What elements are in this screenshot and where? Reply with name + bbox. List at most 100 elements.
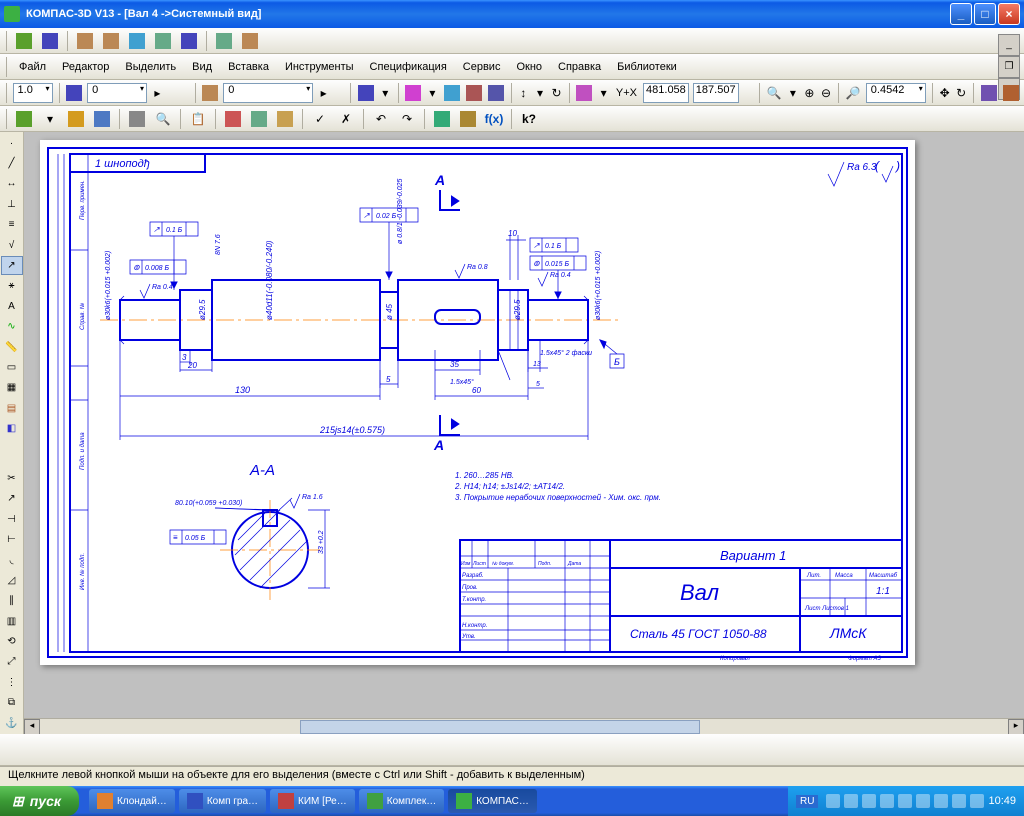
tool-point[interactable]: · — [1, 134, 23, 152]
tool-tang[interactable]: ⊥ — [1, 195, 23, 213]
tray-icon-4[interactable] — [880, 794, 894, 808]
tool-trim[interactable]: ✂ — [1, 469, 23, 487]
language-indicator[interactable]: RU — [796, 795, 818, 808]
menu-file[interactable]: Файл — [13, 59, 52, 75]
props-button[interactable]: 📋 — [187, 108, 209, 130]
undo-button[interactable]: ↶ — [370, 108, 392, 130]
vars-button[interactable] — [457, 108, 479, 130]
paste-button[interactable] — [274, 108, 296, 130]
menu-editor[interactable]: Редактор — [56, 59, 115, 75]
mdi-minimize-button[interactable]: _ — [998, 34, 1020, 56]
mdi-btn-6[interactable] — [152, 30, 174, 52]
pan-btn[interactable]: ✥ — [938, 82, 951, 104]
menu-service[interactable]: Сервис — [457, 59, 507, 75]
tool-views[interactable]: ◧ — [1, 419, 23, 437]
fx-button[interactable]: f(x) — [483, 108, 505, 130]
grid-toggle[interactable] — [357, 82, 375, 104]
tray-icon-8[interactable] — [952, 794, 966, 808]
tool-spec[interactable]: ▦ — [1, 379, 23, 397]
drawing-sheet[interactable]: 1 шноподђ Ra 6.3 ( ) А А — [40, 140, 915, 665]
snap-1[interactable] — [404, 82, 422, 104]
save-button[interactable] — [91, 108, 113, 130]
mdi-btn-4[interactable] — [100, 30, 122, 52]
tool-array[interactable]: ⋮ — [1, 673, 23, 691]
tool-offset[interactable]: ∥ — [1, 592, 23, 610]
scroll-thumb[interactable] — [300, 720, 700, 734]
rebuild-btn[interactable] — [1002, 82, 1020, 104]
menu-libs[interactable]: Библиотеки — [611, 59, 683, 75]
scroll-right-button[interactable]: ▸ — [1008, 719, 1024, 734]
mdi-btn-5[interactable] — [126, 30, 148, 52]
layer-index-combo[interactable]: 0 — [87, 83, 147, 103]
format-button[interactable]: ✓ — [309, 108, 331, 130]
menu-select[interactable]: Выделить — [119, 59, 182, 75]
task-item-5[interactable]: КОМПАС… — [448, 789, 537, 813]
tool-dim[interactable]: ↔ — [1, 175, 23, 193]
tray-icon-2[interactable] — [844, 794, 858, 808]
menu-spec[interactable]: Спецификация — [364, 59, 453, 75]
tool-join[interactable]: ⊢ — [1, 530, 23, 548]
copy-button[interactable] — [248, 108, 270, 130]
task-item-1[interactable]: Клондай… — [89, 789, 175, 813]
ortho-dd[interactable]: ▾ — [534, 82, 547, 104]
new-dd[interactable]: ▾ — [39, 108, 61, 130]
mdi-btn-8[interactable] — [213, 30, 235, 52]
tool-transform[interactable]: ⟲ — [1, 632, 23, 650]
menu-window[interactable]: Окно — [510, 59, 548, 75]
preview-button[interactable]: 🔍 — [152, 108, 174, 130]
snap-4[interactable] — [487, 82, 505, 104]
mdi-btn-1[interactable] — [13, 30, 35, 52]
btn-layers[interactable] — [201, 82, 219, 104]
tool-scale[interactable]: ⤢ — [1, 653, 23, 671]
snap-2[interactable] — [443, 82, 461, 104]
help-button[interactable]: k? — [518, 108, 540, 130]
menu-view[interactable]: Вид — [186, 59, 218, 75]
tool-select[interactable]: ▭ — [1, 358, 23, 376]
tool-copy2[interactable]: ⧉ — [1, 693, 23, 711]
zoom-window[interactable]: 🔎 — [845, 82, 862, 104]
btn-layer-more[interactable]: ▸ — [317, 82, 330, 104]
tray-icon-5[interactable] — [898, 794, 912, 808]
coord-y-field[interactable]: 187.507 — [693, 83, 739, 103]
snap-3[interactable] — [465, 82, 483, 104]
task-item-3[interactable]: КИМ [Ре… — [270, 789, 355, 813]
tool-aux[interactable]: ∿ — [1, 318, 23, 336]
local-cs[interactable] — [575, 82, 593, 104]
btn-layer-prev[interactable] — [65, 82, 83, 104]
redo-button[interactable]: ↷ — [396, 108, 418, 130]
close-button[interactable]: × — [998, 3, 1020, 25]
mdi-restore-button[interactable]: ❐ — [998, 56, 1020, 78]
btn-layer-next[interactable]: ▸ — [151, 82, 164, 104]
tray-icon-9[interactable] — [970, 794, 984, 808]
clock[interactable]: 10:49 — [988, 795, 1016, 807]
tray-icon-1[interactable] — [826, 794, 840, 808]
mdi-btn-9[interactable] — [239, 30, 261, 52]
tool-report[interactable]: ▤ — [1, 399, 23, 417]
mdi-btn-3[interactable] — [74, 30, 96, 52]
zoom-out-icon[interactable]: ⊖ — [820, 82, 833, 104]
tray-icon-6[interactable] — [916, 794, 930, 808]
minimize-button[interactable]: _ — [950, 3, 972, 25]
tool-a[interactable]: A — [1, 297, 23, 315]
local-cs-dd[interactable]: ▾ — [597, 82, 610, 104]
tool-fillet[interactable]: ◟ — [1, 551, 23, 569]
mdi-btn-7[interactable] — [178, 30, 200, 52]
tool-param[interactable]: ⚹ — [1, 277, 23, 295]
ortho-toggle[interactable]: ↕ — [517, 82, 530, 104]
menu-insert[interactable]: Вставка — [222, 59, 275, 75]
tool-anchor[interactable]: ⚓ — [1, 714, 23, 732]
mdi-btn-2[interactable] — [39, 30, 61, 52]
zoom-fit-dd[interactable]: ▾ — [787, 82, 800, 104]
delete-button[interactable]: ✗ — [335, 108, 357, 130]
maximize-button[interactable]: □ — [974, 3, 996, 25]
horizontal-scrollbar[interactable]: ◂ ▸ — [24, 718, 1024, 734]
canvas-area[interactable]: 1 шноподђ Ra 6.3 ( ) А А — [24, 132, 1024, 734]
tray-icon-7[interactable] — [934, 794, 948, 808]
menu-help[interactable]: Справка — [552, 59, 607, 75]
tool-rough[interactable]: √ — [1, 236, 23, 254]
tray-icon-3[interactable] — [862, 794, 876, 808]
new-button[interactable] — [13, 108, 35, 130]
lib-mgr-button[interactable] — [431, 108, 453, 130]
tool-line[interactable]: ╱ — [1, 154, 23, 172]
refresh-btn[interactable] — [980, 82, 998, 104]
